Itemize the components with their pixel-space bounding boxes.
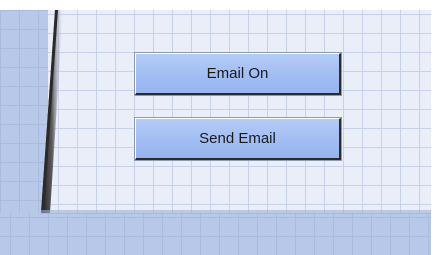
main-panel — [48, 10, 431, 213]
send-email-button-label: Send Email — [199, 130, 276, 147]
application-window: Email On Send Email — [0, 0, 437, 255]
right-margin — [431, 0, 437, 255]
email-on-button[interactable]: Email On — [134, 52, 342, 96]
top-margin — [0, 0, 437, 10]
send-email-button[interactable]: Send Email — [134, 117, 342, 161]
bottom-panel — [0, 213, 431, 255]
email-on-button-label: Email On — [206, 65, 269, 82]
